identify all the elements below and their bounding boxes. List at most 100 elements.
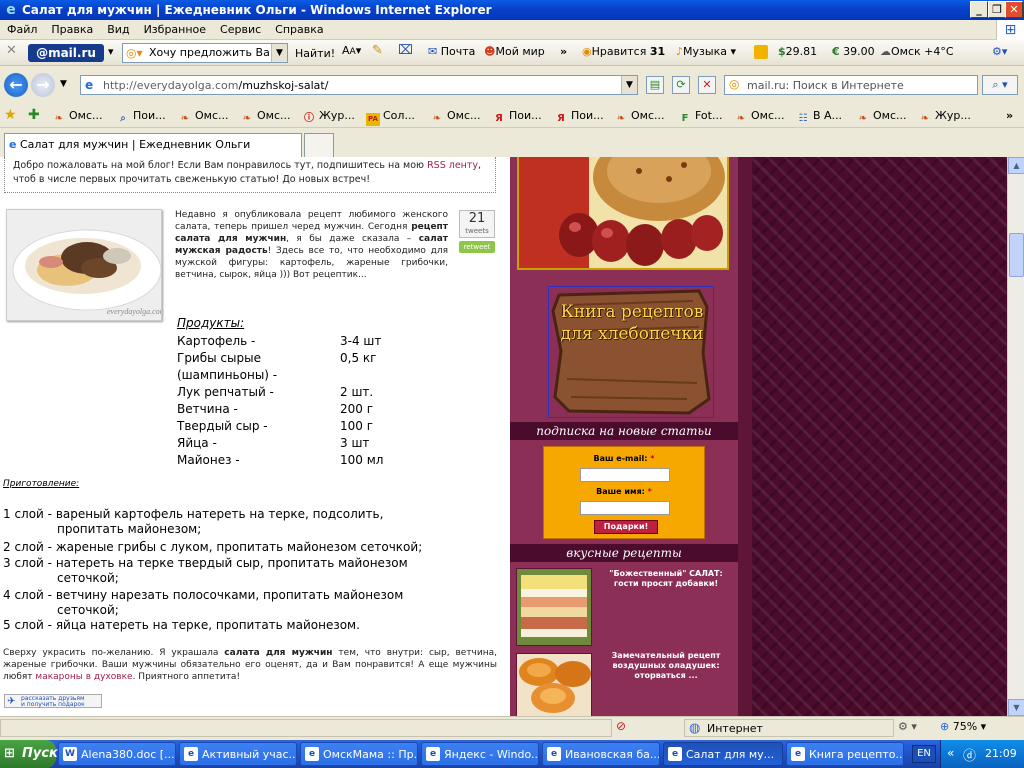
task-button[interactable]: e Ивановская ба... [542,742,660,766]
zoom-level[interactable]: ⊕ 75% ▾ [940,720,986,733]
recipes-header: вкусные рецепты [510,544,738,562]
new-tab-button[interactable] [304,133,334,157]
pasta-link[interactable]: макароны в духовке [35,672,132,682]
maximize-button[interactable]: ❐ [988,1,1006,18]
task-button-active[interactable]: e Салат для му... [663,742,783,766]
clock[interactable]: 21:09 [985,747,1017,760]
compat-view-icon[interactable]: ▤ [646,76,664,94]
share-button[interactable]: ✈ рассказать друзьям и получить подарок [4,694,102,708]
suggest-input[interactable]: ◎▾ Хочу предложить Ва ▼ [122,43,288,63]
language-indicator[interactable]: EN [912,745,936,763]
more-chevron-icon[interactable]: » [560,45,567,58]
minimize-button[interactable]: _ [970,1,988,18]
favorites-more-icon[interactable]: » [1006,109,1013,122]
navigation-bar: ← → ▼ e http://everydayolga.com/muzhskoj… [0,70,1024,102]
favorite-item[interactable]: ❧ Жур... [918,109,971,125]
mailru-logo[interactable]: @mail.ru [28,44,104,62]
address-dropdown-icon[interactable]: ▼ [621,76,637,94]
refresh-icon[interactable]: ⟳ [672,76,690,94]
favorite-item[interactable]: Я Пои... [554,109,604,125]
toolbar-close-icon[interactable]: ✕ [6,43,17,58]
translate-icon[interactable]: ⌧ [398,43,413,58]
recipe-1-image[interactable] [516,568,592,646]
yandex-icon: Я [557,113,565,124]
menu-favorites[interactable]: Избранное [137,20,213,36]
favorite-item[interactable]: F Fot... [678,109,723,125]
favorite-item[interactable]: ❧ Омс... [240,109,291,125]
menu-help[interactable]: Справка [268,20,330,36]
mail-link[interactable]: ✉ Почта [428,45,475,58]
blocked-icon[interactable]: ⊘ [616,719,634,737]
history-dropdown-icon[interactable]: ▼ [60,79,67,89]
tab-active[interactable]: e Салат для мужчин | Ежедневник Ольги [4,133,302,157]
add-favorite-icon[interactable]: ✚ [28,107,40,123]
suggest-dropdown-icon[interactable]: ▼ [271,44,287,62]
highlight-icon[interactable]: ✎ [372,43,383,58]
find-button[interactable]: Найти! [290,43,340,63]
eur-rate[interactable]: € 39.00 [832,45,875,58]
tweet-counter[interactable]: 21 tweets [459,210,495,238]
settings-icon[interactable]: ⚙▾ [992,45,1007,58]
favorite-item[interactable]: ❧ Омс... [178,109,229,125]
salad-photo: everydayolga.com [6,209,166,321]
likes-link[interactable]: ◉Нравится 31 [582,45,665,58]
scroll-up-button[interactable]: ▲ [1008,157,1024,174]
recipe-2-image[interactable] [516,653,592,716]
security-zone: ◍ Интернет [684,719,894,737]
easter-photo[interactable] [517,157,729,270]
window-titlebar[interactable]: e Салат для мужчин | Ежедневник Ольги - … [0,0,1024,20]
menu-file[interactable]: Файл [0,20,44,36]
post-intro: Недавно я опубликовала рецепт любимого ж… [175,210,448,280]
search-input[interactable]: ◎ mail.ru: Поиск в Интернете [724,75,978,95]
favorite-item[interactable]: ⌕ Пои... [116,109,165,125]
rss-link[interactable]: RSS ленту [427,160,478,171]
task-button[interactable]: e ОмскМама :: Пр... [300,742,418,766]
subscribe-submit-button[interactable]: Подарки! [594,520,658,534]
name-input[interactable] [580,501,670,515]
logo-dropdown-icon[interactable]: ▾ [108,45,114,58]
vertical-scrollbar[interactable]: ▲ ▼ [1007,157,1024,716]
scroll-down-button[interactable]: ▼ [1008,699,1024,716]
tray-expand-icon[interactable]: « [947,746,954,760]
retweet-button[interactable]: retweet [459,241,495,253]
recipe-1-title[interactable]: "Божественный" САЛАТ: гости просят добав… [600,569,732,589]
favorite-item[interactable]: ❧ Омс... [430,109,481,125]
stop-icon[interactable]: ✕ [698,76,716,94]
bread-book-banner[interactable]: Книга рецептов для хлебопечки [548,286,714,418]
task-button[interactable]: e Активный учас... [179,742,297,766]
favorite-item[interactable]: ❧ Омс... [614,109,665,125]
favorites-star-icon[interactable]: ★ [4,107,17,123]
page-icon: e [85,78,94,92]
recipe-2-title[interactable]: Замечательный рецепт воздушных оладушек:… [600,651,732,681]
scroll-thumb[interactable] [1009,233,1024,277]
music-link[interactable]: ♪Музыка ▾ [676,45,736,58]
task-button[interactable]: W Alena380.doc [... [58,742,176,766]
start-button[interactable]: ⊞ Пуск [0,740,58,768]
email-input[interactable] [580,468,670,482]
font-size-icon[interactable]: AA▾ [342,44,361,57]
favorite-item[interactable]: PA Сол... [366,109,415,126]
address-bar[interactable]: e http://everydayolga.com/muzhskoj-salat… [80,75,638,95]
ie-icon: e [6,2,16,18]
favorite-item[interactable]: ❧ Омс... [856,109,907,125]
search-button[interactable]: ⌕ ▾ [982,75,1018,95]
forward-button[interactable]: → [31,73,55,97]
myworld-link[interactable]: ☻Мой мир [484,45,545,58]
usd-rate[interactable]: $29.81 [778,45,817,58]
favorite-item[interactable]: ❧ Омс... [734,109,785,125]
back-button[interactable]: ← [4,73,28,97]
menu-edit[interactable]: Правка [44,20,100,36]
games-icon[interactable] [754,45,768,59]
weather-link[interactable]: ☁Омск +4°C [880,45,954,58]
tray-app-icon[interactable]: ⓓ [963,745,976,764]
favorite-item[interactable]: ⓘ Жур... [302,109,355,125]
favorite-item[interactable]: ☷ В А... [796,109,843,125]
favorite-item[interactable]: ❧ Омс... [52,109,103,125]
menu-tools[interactable]: Сервис [213,20,268,36]
menu-view[interactable]: Вид [100,20,136,36]
favorite-item[interactable]: Я Пои... [492,109,542,125]
close-button[interactable]: ✕ [1005,1,1023,18]
protected-mode-icon[interactable]: ⚙ ▾ [898,720,917,733]
task-button[interactable]: e Книга рецепто... [786,742,904,766]
task-button[interactable]: e Яндекс - Windo... [421,742,539,766]
